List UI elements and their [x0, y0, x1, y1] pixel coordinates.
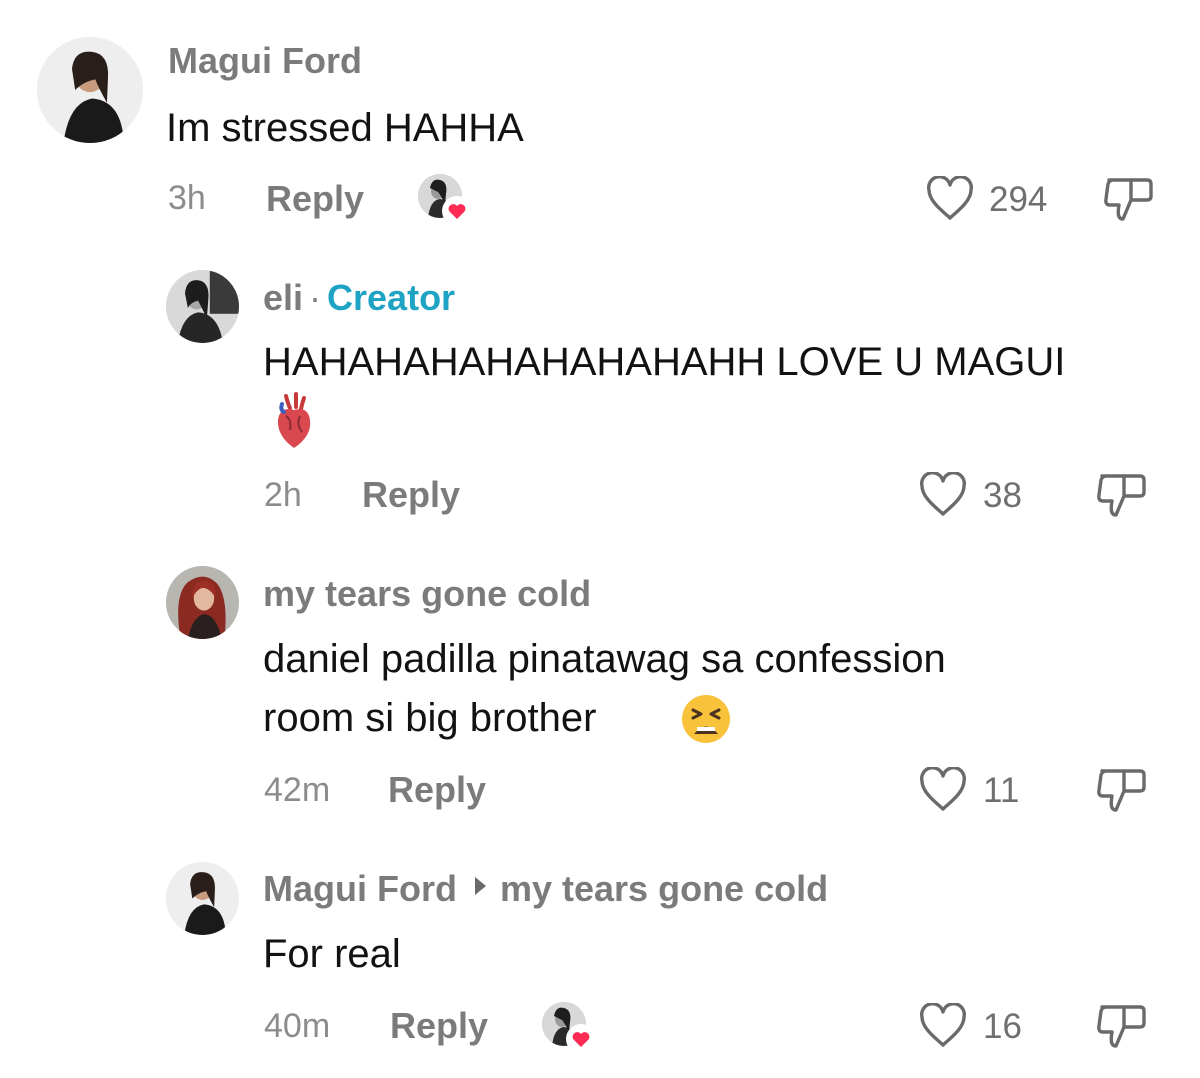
comment-text: HAHAHAHAHAHAHAHAHH LOVE U MAGUI — [263, 340, 1066, 384]
creator-badge: Creator — [327, 277, 456, 318]
author-line: Magui Ford my tears gone cold — [263, 871, 828, 907]
author-name[interactable]: Magui Ford — [168, 43, 362, 79]
timestamp: 40m — [264, 1007, 331, 1045]
author-line: eli · Creator — [263, 280, 455, 316]
dislike-icon[interactable] — [1094, 470, 1148, 520]
creator-like-badge-icon — [442, 196, 472, 226]
reply-button[interactable]: Reply — [362, 477, 460, 513]
dislike-icon[interactable] — [1094, 1001, 1148, 1051]
like-count: 38 — [983, 476, 1022, 515]
comment-text: Im stressed HAHHA — [166, 106, 524, 150]
dislike-icon[interactable] — [1094, 765, 1148, 815]
creator-liked-indicator — [418, 174, 472, 226]
heart-outline-icon[interactable] — [918, 767, 968, 813]
creator-liked-indicator — [542, 1002, 596, 1054]
avatar[interactable] — [166, 862, 239, 935]
author-name[interactable]: my tears gone cold — [263, 576, 591, 612]
avatar[interactable] — [166, 566, 239, 639]
comment-text-line-1: daniel padilla pinatawag sa confession — [263, 637, 946, 681]
reply-button[interactable]: Reply — [266, 181, 364, 217]
avatar[interactable] — [166, 270, 239, 343]
like-count: 11 — [983, 771, 1020, 810]
timestamp: 2h — [264, 476, 302, 514]
author-name[interactable]: eli — [263, 277, 303, 318]
heart-outline-icon[interactable] — [925, 176, 975, 222]
author-name[interactable]: Magui Ford — [263, 868, 457, 909]
anatomical-heart-emoji — [272, 392, 316, 450]
creator-like-badge-icon — [566, 1024, 596, 1054]
tired-face-emoji — [680, 693, 732, 745]
like-count: 294 — [989, 180, 1048, 219]
heart-outline-icon[interactable] — [918, 472, 968, 518]
reply-button[interactable]: Reply — [390, 1008, 488, 1044]
dislike-icon[interactable] — [1101, 174, 1155, 224]
comment-text-line-2: room si big brother — [263, 696, 597, 740]
separator-dot: · — [309, 277, 322, 318]
reply-arrow-icon — [474, 877, 486, 895]
reply-button[interactable]: Reply — [388, 772, 486, 808]
timestamp: 3h — [168, 179, 206, 217]
reply-to-name[interactable]: my tears gone cold — [500, 868, 828, 909]
timestamp: 42m — [264, 771, 331, 809]
comment-text: For real — [263, 932, 401, 976]
like-count: 16 — [983, 1007, 1022, 1046]
avatar[interactable] — [37, 37, 143, 143]
heart-outline-icon[interactable] — [918, 1003, 968, 1049]
